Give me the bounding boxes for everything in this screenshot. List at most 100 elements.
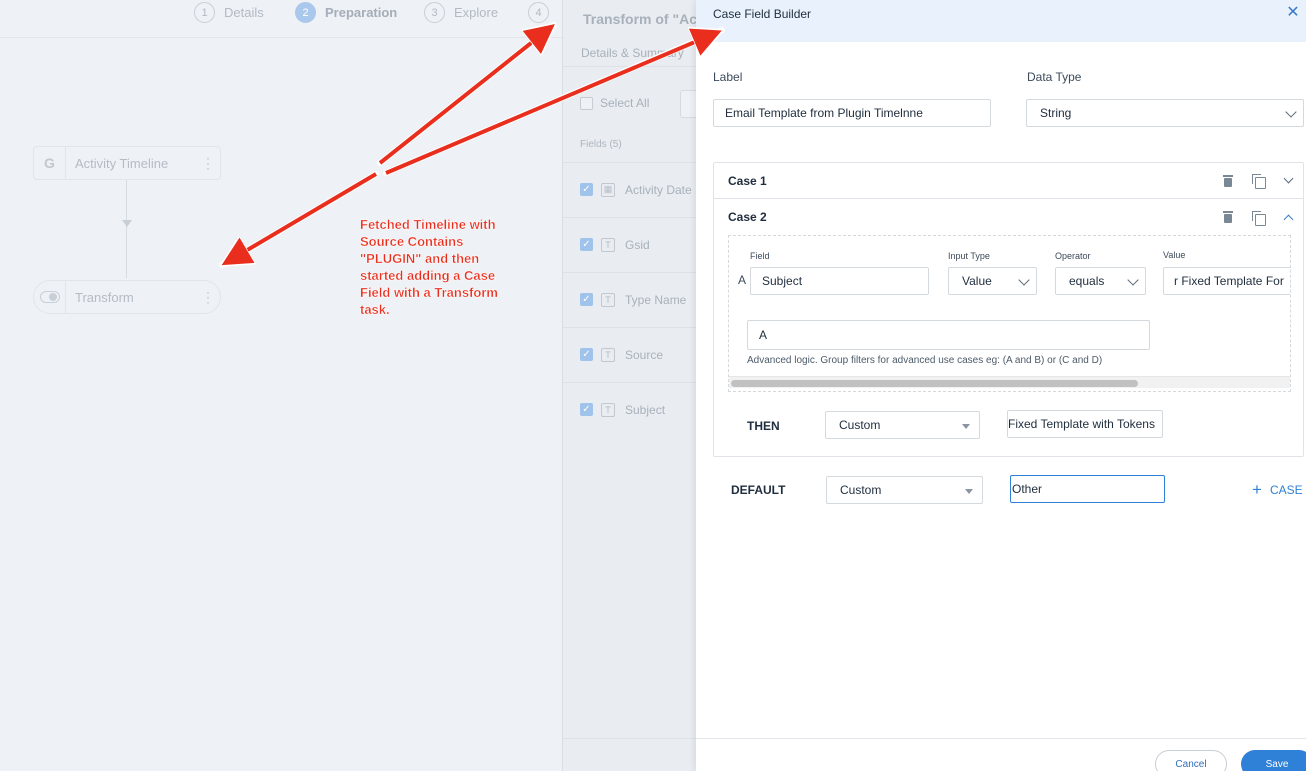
more-vertical-icon[interactable]: ⋮ [196,155,220,172]
save-button[interactable]: Save [1241,750,1306,771]
scrollbar-thumb[interactable] [731,380,1138,387]
trash-icon [1223,174,1233,187]
field-name: Activity Date [625,182,692,197]
trash-icon [1223,211,1233,223]
case-title: Case 1 [728,173,767,188]
node-transform[interactable]: Transform ⋮ [33,280,221,314]
step-details[interactable]: 1 Details [194,2,264,23]
field-row[interactable]: ✓ T Source [563,327,696,381]
delete-case-button[interactable] [1213,171,1243,191]
chevron-up-icon [1283,214,1293,224]
case-title: Case 2 [728,210,767,224]
cases-container: Case 1 Case 2 Field Input Type Operator … [713,162,1304,457]
plus-icon: + [1252,480,1262,499]
delete-case-button[interactable] [1213,207,1243,227]
text-type-icon: T [601,292,615,307]
step-preparation[interactable]: 2 Preparation [295,2,397,23]
field-row[interactable]: ✓ ▦ Activity Date [563,162,696,216]
checkbox-checked-icon[interactable]: ✓ [580,403,593,416]
then-value-input[interactable]: Fixed Template with Tokens [1007,410,1163,438]
checkbox-icon [580,96,593,110]
chevron-down-icon [1127,274,1139,286]
value-caption: Value [1163,250,1186,260]
select-all-checkbox[interactable]: Select All [580,96,649,110]
fields-count-label: Fields (5) [580,139,622,150]
pipeline-canvas: 1 Details 2 Preparation 3 Explore 4 G Ac… [0,0,562,771]
input-type-select[interactable]: Value [948,267,1037,295]
calendar-icon: ▦ [601,182,615,197]
text-type-icon: T [601,347,615,362]
step-number: 3 [424,2,445,23]
field-row[interactable]: ✓ T Subject [563,382,696,436]
field-name: Source [625,347,664,362]
field-name: Subject [625,402,666,417]
copy-case-button[interactable] [1243,171,1273,191]
filter-row-letter: A [738,273,747,287]
advanced-logic-input[interactable]: A [747,320,1150,350]
filter-field-input[interactable]: Subject [750,267,929,295]
chevron-down-icon [1283,173,1293,184]
node-connector [126,180,127,278]
field-name: Type Name [625,292,687,307]
operator-select[interactable]: equals [1055,267,1146,295]
divider [563,66,696,67]
drawer-title: Case Field Builder [713,7,812,21]
node-label: Transform [75,289,134,305]
then-label: THEN [747,419,780,433]
label-input[interactable]: Email Template from Plugin Timelnne [713,99,991,127]
filter-group: Field Input Type Operator Value A Subjec… [728,235,1291,392]
transform-title: Transform of "Act [583,11,696,27]
case-field-builder: Case Field Builder ✕ Label Email Templat… [696,0,1306,771]
step-number: 1 [194,2,215,23]
field-row[interactable]: ✓ T Gsid [563,217,696,271]
drawer-footer: Cancel Save [696,738,1306,771]
search-input[interactable] [680,90,696,118]
field-caption: Field [750,251,770,261]
operator-value: equals [1069,274,1105,288]
text-type-icon: T [601,237,615,252]
copy-icon [1252,174,1266,189]
more-vertical-icon[interactable]: ⋮ [196,289,220,306]
checkbox-checked-icon[interactable]: ✓ [580,293,593,306]
text-type-icon: T [601,402,615,417]
caret-down-icon [965,489,973,494]
datatype-value: String [1040,106,1072,120]
operator-caption: Operator [1055,251,1091,261]
step-explore[interactable]: 3 Explore [424,2,498,23]
stepper: 1 Details 2 Preparation 3 Explore 4 [0,0,562,38]
datatype-select[interactable]: String [1026,99,1304,127]
then-type-select[interactable]: Custom [825,411,980,439]
default-value-input[interactable]: Other [1010,475,1165,503]
input-type-caption: Input Type [948,251,990,261]
field-row[interactable]: ✓ T Type Name [563,272,696,326]
node-activity-timeline[interactable]: G Activity Timeline ⋮ [33,146,221,180]
checkbox-checked-icon[interactable]: ✓ [580,183,593,196]
cancel-button[interactable]: Cancel [1155,750,1227,771]
filter-value-input[interactable]: r Fixed Template For [1163,267,1290,295]
collapse-case-button[interactable] [1273,207,1303,227]
case-1-header[interactable]: Case 1 [714,163,1303,199]
drawer-header: Case Field Builder ✕ [696,0,1306,42]
add-case-button[interactable]: + CASE [1252,480,1303,499]
connector-arrow-icon [122,220,132,227]
expand-case-button[interactable] [1273,171,1303,191]
field-name: Gsid [625,237,650,252]
close-icon[interactable]: ✕ [1284,4,1302,22]
caret-down-icon [962,424,970,429]
transform-panel: Transform of "Act Details & Summary Sele… [562,0,696,771]
step-number: 2 [295,2,316,23]
annotation-callout: Fetched Timeline with Source Contains "P… [360,217,498,317]
step-four[interactable]: 4 [528,2,549,23]
case-2-header[interactable]: Case 2 [714,199,1303,235]
add-case-label: CASE [1269,483,1303,497]
checkbox-checked-icon[interactable]: ✓ [580,348,593,361]
case-actions [1213,171,1303,191]
horizontal-scrollbar[interactable] [729,376,1290,388]
datatype-caption: Data Type [1027,70,1082,84]
copy-case-button[interactable] [1243,207,1273,227]
copy-icon [1252,210,1266,226]
checkbox-checked-icon[interactable]: ✓ [580,238,593,251]
default-type-select[interactable]: Custom [826,476,983,504]
then-type-value: Custom [839,418,881,432]
tab-details-summary[interactable]: Details & Summary [581,46,684,60]
